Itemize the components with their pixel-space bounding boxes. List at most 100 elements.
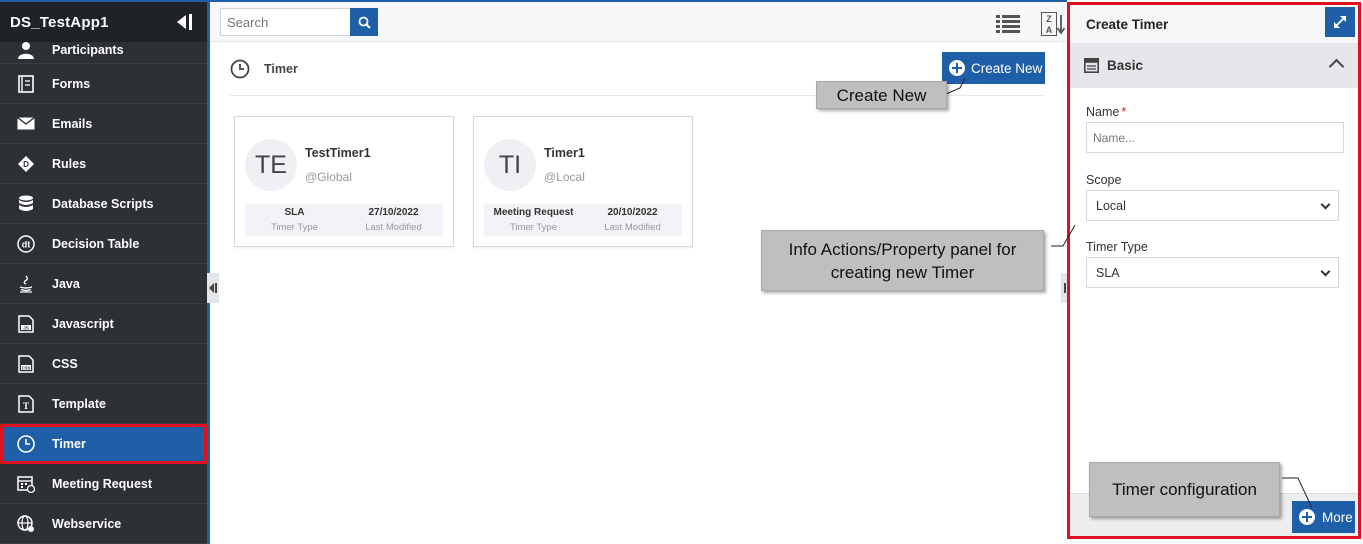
- card-title: Timer1: [544, 146, 585, 160]
- sidebar-item-template[interactable]: T Template: [0, 384, 207, 424]
- card-meta-type: Meeting Request Timer Type: [484, 204, 583, 236]
- sidebar-item-label: CSS: [52, 356, 78, 371]
- callout-timer-configuration: Timer configuration: [1089, 462, 1280, 517]
- sidebar-item-participants[interactable]: Participants: [0, 36, 207, 64]
- user-icon: [0, 41, 52, 59]
- timer-type-label: Timer Type: [271, 222, 318, 233]
- scope-selected-value: Local: [1096, 198, 1126, 213]
- sidebar: DS_TestApp1 Participants Forms Emails D …: [0, 0, 210, 544]
- section-title: Basic: [1107, 58, 1144, 73]
- callout-create-new: Create New: [816, 81, 947, 109]
- clock-icon: [0, 434, 52, 453]
- search-input[interactable]: [220, 8, 350, 36]
- timer-type-value: SLA: [284, 207, 305, 218]
- plus-circle-icon: [949, 60, 965, 76]
- sort-button[interactable]: ZA: [1041, 12, 1066, 36]
- chevron-up-icon: [1328, 58, 1345, 75]
- card-meta-type: SLA Timer Type: [245, 204, 344, 236]
- create-new-button[interactable]: Create New: [942, 52, 1045, 84]
- svg-text:CSS: CSS: [22, 365, 31, 370]
- avatar: TE: [245, 139, 297, 191]
- callout-create-new-text: Create New: [836, 85, 927, 105]
- calendar-icon: [0, 475, 52, 493]
- java-icon: [0, 275, 52, 293]
- css-file-icon: CSS: [0, 354, 52, 373]
- template-icon: T: [0, 394, 52, 413]
- chevron-down-icon: [1320, 266, 1331, 277]
- more-button[interactable]: More: [1292, 501, 1355, 533]
- svg-text:JS: JS: [23, 325, 29, 330]
- sidebar-item-label: Forms: [52, 76, 91, 91]
- timer-card[interactable]: TI Timer1 @Local Meeting Request Timer T…: [473, 116, 693, 247]
- sidebar-item-rules[interactable]: D Rules: [0, 144, 207, 184]
- sidebar-item-label: Java: [52, 276, 80, 291]
- database-icon: [0, 195, 52, 213]
- page-title-label: Timer: [264, 62, 298, 76]
- section-basic-header[interactable]: Basic: [1070, 43, 1358, 88]
- sidebar-item-webservice[interactable]: Webservice: [0, 504, 207, 544]
- sidebar-item-label: Javascript: [52, 316, 114, 331]
- form-section-icon: [1084, 58, 1099, 73]
- page-title: Timer: [230, 59, 298, 79]
- clock-icon: [230, 59, 250, 79]
- search-box: [220, 8, 378, 36]
- rules-diamond-icon: D: [0, 155, 52, 173]
- timer-type-label: Timer Type: [1086, 240, 1148, 254]
- globe-gear-icon: [0, 514, 52, 533]
- sidebar-item-emails[interactable]: Emails: [0, 104, 207, 144]
- card-scope: @Global: [305, 170, 352, 184]
- sidebar-item-label: Meeting Request: [52, 476, 153, 491]
- more-label: More: [1322, 509, 1353, 525]
- sidebar-item-database-scripts[interactable]: Database Scripts: [0, 184, 207, 224]
- expand-panel-button[interactable]: [1325, 7, 1355, 37]
- form-icon: [0, 74, 52, 93]
- callout-panel-info-line1: Info Actions/Property panel for: [788, 239, 1017, 259]
- sidebar-item-label: Rules: [52, 156, 87, 171]
- sidebar-item-label: Template: [52, 396, 106, 411]
- callout-timer-config-text: Timer configuration: [1112, 480, 1257, 499]
- name-label: Name *: [1086, 105, 1127, 119]
- card-meta-modified: 20/10/2022 Last Modified: [583, 204, 682, 236]
- create-new-label: Create New: [971, 60, 1043, 76]
- card-title: TestTimer1: [305, 146, 371, 160]
- sidebar-item-forms[interactable]: Forms: [0, 64, 207, 104]
- search-icon: [358, 16, 371, 29]
- sidebar-item-label: Database Scripts: [52, 196, 154, 211]
- sidebar-item-css[interactable]: CSS CSS: [0, 344, 207, 384]
- collapse-sidebar-icon[interactable]: [177, 14, 193, 30]
- collapse-left-icon: [208, 283, 217, 293]
- timer-type-value: Meeting Request: [493, 207, 574, 218]
- sidebar-item-label: Participants: [52, 42, 124, 57]
- sidebar-item-meeting-request[interactable]: Meeting Request: [0, 464, 207, 504]
- expand-icon: [1334, 16, 1346, 28]
- sidebar-item-timer[interactable]: Timer: [0, 424, 207, 464]
- svg-text:Z: Z: [1046, 14, 1052, 24]
- timer-type-select[interactable]: SLA: [1086, 257, 1339, 288]
- timer-type-label: Timer Type: [510, 222, 557, 233]
- list-view-icon: [996, 15, 1020, 33]
- panel-header: Create Timer: [1070, 5, 1358, 43]
- svg-text:T: T: [23, 401, 29, 411]
- name-field[interactable]: [1086, 122, 1344, 153]
- sidebar-item-javascript[interactable]: JS Javascript: [0, 304, 207, 344]
- search-button[interactable]: [350, 8, 378, 36]
- list-view-button[interactable]: [996, 14, 1020, 34]
- card-meta: Meeting Request Timer Type 20/10/2022 La…: [484, 204, 682, 236]
- callout-panel-info: Info Actions/Property panel for creating…: [761, 230, 1044, 291]
- svg-text:D: D: [23, 160, 29, 169]
- main-content: Timer Create New TE TestTimer1 @Global S…: [210, 42, 1067, 544]
- left-splitter-handle[interactable]: [207, 273, 219, 303]
- sidebar-item-label: Decision Table: [52, 236, 140, 251]
- avatar: TI: [484, 139, 536, 191]
- sidebar-item-label: Timer: [52, 436, 86, 451]
- sidebar-item-java[interactable]: Java: [0, 264, 207, 304]
- app-title: DS_TestApp1: [10, 13, 109, 31]
- chevron-down-icon: [1320, 199, 1331, 210]
- create-timer-panel: Create Timer Basic Name* Scope Local Tim…: [1067, 2, 1361, 539]
- timer-card[interactable]: TE TestTimer1 @Global SLA Timer Type 27/…: [234, 116, 454, 247]
- scope-select[interactable]: Local: [1086, 190, 1339, 221]
- decision-table-icon: dt: [0, 234, 52, 253]
- sidebar-item-label: Emails: [52, 116, 93, 131]
- timer-type-selected-value: SLA: [1096, 265, 1120, 280]
- sidebar-item-decision-table[interactable]: dt Decision Table: [0, 224, 207, 264]
